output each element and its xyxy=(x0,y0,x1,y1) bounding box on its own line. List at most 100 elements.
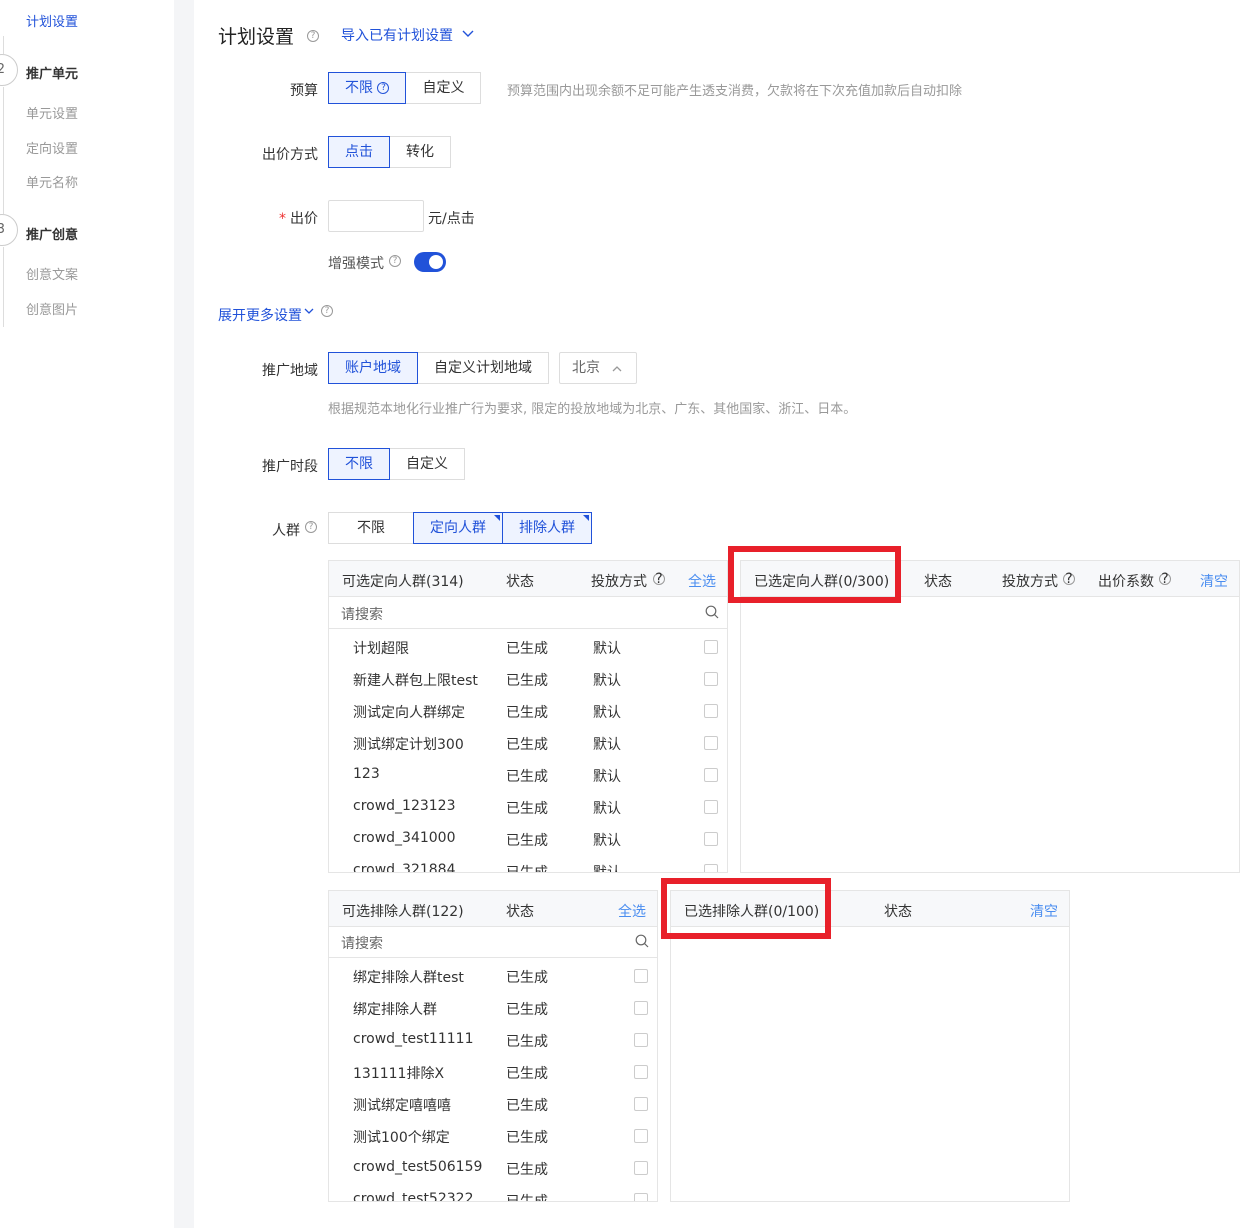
row-checkbox[interactable] xyxy=(704,832,718,846)
expand-more-settings-link[interactable]: 展开更多设置 xyxy=(218,305,302,325)
list-item[interactable]: 131111排除X 已生成 xyxy=(329,1055,657,1087)
chevron-down-icon[interactable] xyxy=(304,308,314,315)
list-item[interactable]: 新建人群包上限test 已生成 默认 xyxy=(329,662,727,694)
region-segment: 账户地域 自定义计划地域 xyxy=(328,352,549,384)
row-checkbox[interactable] xyxy=(634,1161,648,1175)
column-status: 状态 xyxy=(884,904,912,920)
help-icon[interactable]: ? xyxy=(307,30,319,42)
sidebar-group-creative[interactable]: 推广创意 xyxy=(26,224,78,243)
import-plan-link[interactable]: 导入已有计划设置 xyxy=(341,25,453,45)
list-item[interactable]: crowd_test11111 已生成 xyxy=(329,1023,657,1055)
row-checkbox[interactable] xyxy=(704,640,718,654)
bid-click-option[interactable]: 点击 xyxy=(328,136,390,168)
highlight-box xyxy=(661,878,831,939)
list-item[interactable]: 计划超限 已生成 默认 xyxy=(329,630,727,662)
corner-mark-icon xyxy=(583,515,589,521)
region-hint: 根据规范本地化行业推广行为要求, 限定的投放地域为北京、广东、其他国家、浙江、日… xyxy=(328,402,857,417)
sidebar-item-unit-name[interactable]: 单元名称 xyxy=(26,172,78,191)
time-custom-option[interactable]: 自定义 xyxy=(389,448,465,480)
region-account-option[interactable]: 账户地域 xyxy=(328,352,418,384)
row-checkbox[interactable] xyxy=(634,1065,648,1079)
search-input[interactable]: 请搜索 xyxy=(329,597,727,629)
select-all-button[interactable]: 全选 xyxy=(688,571,716,591)
row-checkbox[interactable] xyxy=(634,1193,648,1201)
sidebar-group-unit[interactable]: 推广单元 xyxy=(26,63,78,82)
list-item[interactable]: crowd_341000 已生成 默认 xyxy=(329,822,727,854)
region-select[interactable]: 北京 xyxy=(559,352,637,384)
crowd-status: 已生成 xyxy=(506,641,548,657)
help-icon[interactable]: ? xyxy=(377,82,390,94)
bid-label: * 出价 xyxy=(279,211,318,227)
list-item[interactable]: 绑定排除人群test 已生成 xyxy=(329,959,657,991)
row-checkbox[interactable] xyxy=(704,864,718,872)
row-checkbox[interactable] xyxy=(704,736,718,750)
row-checkbox[interactable] xyxy=(634,1033,648,1047)
help-icon[interactable]: ? xyxy=(653,572,665,586)
sidebar-item-targeting[interactable]: 定向设置 xyxy=(26,138,78,157)
crowd-method: 默认 xyxy=(593,673,621,689)
clear-button[interactable]: 清空 xyxy=(1200,571,1228,591)
crowd-status: 已生成 xyxy=(506,970,548,986)
list-item[interactable]: 绑定排除人群 已生成 xyxy=(329,991,657,1023)
help-icon[interactable]: ? xyxy=(1159,572,1171,586)
row-checkbox[interactable] xyxy=(634,1001,648,1015)
time-unlimited-option[interactable]: 不限 xyxy=(328,448,390,480)
search-icon[interactable] xyxy=(635,934,649,948)
sidebar-item-unit-settings[interactable]: 单元设置 xyxy=(26,103,78,122)
required-mark: * xyxy=(279,211,286,227)
clear-button[interactable]: 清空 xyxy=(1030,901,1058,921)
list-item[interactable]: 测试定向人群绑定 已生成 默认 xyxy=(329,694,727,726)
row-checkbox[interactable] xyxy=(634,969,648,983)
column-status: 状态 xyxy=(506,904,534,920)
help-icon[interactable]: ? xyxy=(389,255,401,267)
list-item[interactable]: crowd_123123 已生成 默认 xyxy=(329,790,727,822)
row-checkbox[interactable] xyxy=(704,768,718,782)
chevron-down-icon[interactable] xyxy=(462,30,474,38)
bid-method-segment: 点击 转化 xyxy=(328,136,451,168)
crowd-name: crowd_test506159 xyxy=(353,1159,483,1175)
row-checkbox[interactable] xyxy=(634,1097,648,1111)
crowd-method: 默认 xyxy=(593,865,621,873)
list-item[interactable]: 123 已生成 默认 xyxy=(329,758,727,790)
sidebar-item-creative-copy[interactable]: 创意文案 xyxy=(26,264,78,283)
help-icon[interactable]: ? xyxy=(1063,572,1075,586)
budget-label: 预算 xyxy=(290,83,318,99)
search-input[interactable]: 请搜索 xyxy=(329,926,657,958)
help-icon[interactable]: ? xyxy=(305,521,317,533)
search-icon[interactable] xyxy=(705,605,719,619)
crowd-target-option[interactable]: 定向人群 xyxy=(413,512,503,544)
row-checkbox[interactable] xyxy=(704,800,718,814)
crowd-name: 131111排除X xyxy=(353,1066,445,1082)
column-status: 状态 xyxy=(506,574,534,590)
budget-custom-option[interactable]: 自定义 xyxy=(405,72,482,104)
bid-input[interactable] xyxy=(328,200,424,232)
sidebar-item-creative-image[interactable]: 创意图片 xyxy=(26,299,78,318)
list-item[interactable]: 测试100个绑定 已生成 xyxy=(329,1119,657,1151)
corner-mark-icon xyxy=(494,515,500,521)
list-item[interactable]: 测试绑定计划300 已生成 默认 xyxy=(329,726,727,758)
column-bid-coef: 出价系数 xyxy=(1098,574,1154,590)
row-checkbox[interactable] xyxy=(704,704,718,718)
crowd-status: 已生成 xyxy=(506,737,548,753)
list-item[interactable]: crowd_test506159 已生成 xyxy=(329,1151,657,1183)
list-item[interactable]: crowd_test52322 已生成 xyxy=(329,1183,657,1201)
crowd-name: 测试100个绑定 xyxy=(353,1130,450,1146)
sidebar-item-plan-settings[interactable]: 计划设置 xyxy=(26,11,78,30)
crowd-exclude-option[interactable]: 排除人群 xyxy=(502,512,592,544)
exclude-available-panel: 可选排除人群(122) 状态 全选 请搜索 绑定排除人群test 已生成 绑定排除人… xyxy=(328,890,658,1202)
row-checkbox[interactable] xyxy=(634,1129,648,1143)
list-item[interactable]: crowd_321884 已生成 默认 xyxy=(329,854,727,873)
bid-convert-option[interactable]: 转化 xyxy=(389,136,451,168)
page-title: 计划设置 xyxy=(218,26,295,48)
region-custom-option[interactable]: 自定义计划地域 xyxy=(417,352,549,384)
crowd-unlimited-option[interactable]: 不限 xyxy=(328,512,414,544)
list-item[interactable]: 测试绑定嘻嘻嘻 已生成 xyxy=(329,1087,657,1119)
help-icon[interactable]: ? xyxy=(321,305,333,317)
budget-unlimited-option[interactable]: 不限 ? xyxy=(328,72,407,104)
select-all-button[interactable]: 全选 xyxy=(618,901,646,921)
row-checkbox[interactable] xyxy=(704,672,718,686)
step-line xyxy=(3,36,4,54)
crowd-status: 已生成 xyxy=(506,1034,548,1050)
sidebar-divider xyxy=(174,0,194,1228)
enhanced-mode-toggle[interactable] xyxy=(414,252,446,272)
